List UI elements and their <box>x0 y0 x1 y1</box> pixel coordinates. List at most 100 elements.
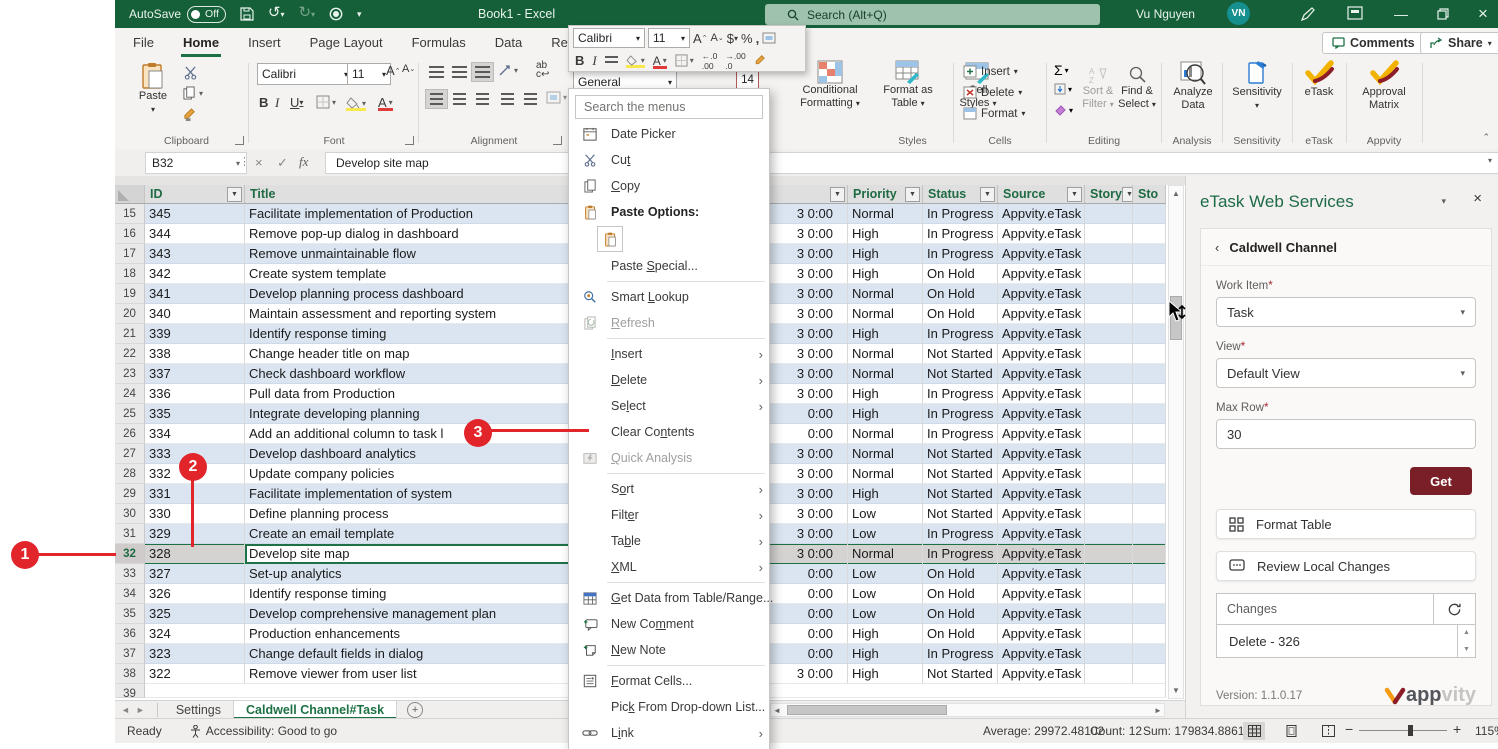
cell-source[interactable]: Appvity.eTask <box>998 244 1085 264</box>
row-number[interactable]: 18 <box>115 264 145 284</box>
row-number[interactable]: 26 <box>115 424 145 444</box>
cell-status[interactable]: Not Started <box>923 664 998 684</box>
vertical-scrollbar[interactable]: ▲ ▼ <box>1168 185 1184 699</box>
cell-id[interactable]: 329 <box>145 524 245 544</box>
cell-title[interactable]: Add an additional column to task l <box>245 424 600 444</box>
cell-sto[interactable] <box>1133 624 1166 644</box>
tab-insert[interactable]: Insert <box>246 28 283 57</box>
scroll-right-icon[interactable]: ► <box>1152 706 1164 715</box>
cell-source[interactable]: Appvity.eTask <box>998 464 1085 484</box>
cell-story[interactable] <box>1085 224 1133 244</box>
cell-sto[interactable] <box>1133 244 1166 264</box>
underline-button[interactable]: U▾ <box>290 95 303 110</box>
mini-font-name-combo[interactable]: Calibri▾ <box>573 28 645 48</box>
font-size-combo[interactable]: 11▾ <box>347 63 391 85</box>
menu-item-sort[interactable]: Sort› <box>569 476 769 502</box>
cell-priority[interactable]: Normal <box>848 464 923 484</box>
cell-priority[interactable]: High <box>848 224 923 244</box>
approval-matrix-button[interactable]: Approval Matrix <box>1356 60 1412 112</box>
tab-page-layout[interactable]: Page Layout <box>308 28 385 57</box>
close-button[interactable]: × <box>1463 0 1498 28</box>
insert-cells-button[interactable]: Insert▾ <box>963 63 1018 80</box>
menu-item-insert[interactable]: Insert› <box>569 341 769 367</box>
font-dialog-launcher-icon[interactable] <box>405 136 414 145</box>
menu-search-input[interactable]: Search the menus <box>575 95 763 119</box>
mini-align-icon[interactable] <box>605 56 618 66</box>
cell-priority[interactable]: Normal <box>848 424 923 444</box>
cell-status[interactable]: In Progress <box>923 404 998 424</box>
scroll-left-icon[interactable]: ◄ <box>771 706 783 715</box>
cell-sto[interactable] <box>1133 464 1166 484</box>
cell-status[interactable]: On Hold <box>923 264 998 284</box>
sort-filter-button[interactable]: AZ Sort & Filter ▾ <box>1080 65 1116 111</box>
horizontal-scrollbar[interactable]: ◄ ► <box>770 703 1165 717</box>
sheet-nav-left-icon[interactable]: ◄ <box>115 701 136 719</box>
cell-status[interactable]: Not Started <box>923 444 998 464</box>
cell-title[interactable]: Production enhancements <box>245 624 600 644</box>
cell-status[interactable]: In Progress <box>923 384 998 404</box>
review-local-changes-button[interactable]: Review Local Changes <box>1216 551 1476 581</box>
cell-sto[interactable] <box>1133 484 1166 504</box>
mini-borders-button[interactable]: ▾ <box>675 54 694 67</box>
cell-source[interactable]: Appvity.eTask <box>998 264 1085 284</box>
etask-button[interactable]: eTask <box>1300 60 1338 99</box>
mini-decrease-decimal-icon[interactable]: →.00.0 <box>725 51 745 71</box>
changes-scrollbar[interactable]: ▲ ▼ <box>1458 625 1476 658</box>
cell-story[interactable] <box>1085 664 1133 684</box>
pane-menu-chevron-icon[interactable]: ▾ <box>1441 196 1446 207</box>
cell-status[interactable]: Not Started <box>923 344 998 364</box>
cell-source[interactable]: Appvity.eTask <box>998 344 1085 364</box>
menu-item-date-picker[interactable]: Date Picker <box>569 121 769 147</box>
menu-item-link[interactable]: Link› <box>569 720 769 746</box>
collapse-ribbon-icon[interactable]: ⌃ <box>1482 132 1490 143</box>
cell-story[interactable] <box>1085 384 1133 404</box>
qat-customize-chevron-icon[interactable]: ▾ <box>357 0 362 28</box>
filter-icon[interactable]: ▼ <box>1067 187 1082 202</box>
cell-sto[interactable] <box>1133 304 1166 324</box>
cell-story[interactable] <box>1085 584 1133 604</box>
cell-source[interactable]: Appvity.eTask <box>998 444 1085 464</box>
menu-item-format-cells[interactable]: Format Cells... <box>569 668 769 694</box>
merge-center-button[interactable]: ▾ <box>546 91 567 104</box>
cell-priority[interactable]: High <box>848 484 923 504</box>
cell-sto[interactable] <box>1133 344 1166 364</box>
paste-button[interactable]: Paste▾ <box>133 62 173 116</box>
cell-story[interactable] <box>1085 504 1133 524</box>
scroll-up-icon[interactable]: ▲ <box>1463 629 1470 636</box>
mini-decrease-font-icon[interactable]: A⌄ <box>711 32 724 44</box>
mini-percent-icon[interactable]: % <box>741 31 753 46</box>
copy-button[interactable]: ▾ <box>183 86 203 100</box>
cell-priority[interactable]: High <box>848 644 923 664</box>
cell-sto[interactable] <box>1133 544 1166 564</box>
cell-source[interactable]: Appvity.eTask <box>998 324 1085 344</box>
row-number[interactable]: 23 <box>115 364 145 384</box>
cell-story[interactable] <box>1085 364 1133 384</box>
cell-story[interactable] <box>1085 304 1133 324</box>
redo-button[interactable]: ↻▾ <box>298 0 315 29</box>
cell-title[interactable]: Develop dashboard analytics <box>245 444 600 464</box>
cell-id[interactable]: 323 <box>145 644 245 664</box>
bold-button[interactable]: B <box>259 95 268 110</box>
cell-priority[interactable]: High <box>848 404 923 424</box>
cell-sto[interactable] <box>1133 324 1166 344</box>
confirm-entry-icon[interactable]: ✓ <box>277 155 288 171</box>
mini-font-size-combo[interactable]: 11▾ <box>648 28 690 48</box>
scroll-up-icon[interactable]: ▲ <box>1169 186 1183 200</box>
column-header-story[interactable]: Story▼ <box>1085 185 1133 203</box>
record-icon[interactable] <box>329 7 343 21</box>
format-painter-button[interactable] <box>183 107 198 122</box>
cell-title[interactable]: Check dashboard workflow <box>245 364 600 384</box>
row-number[interactable]: 33 <box>115 564 145 584</box>
cell-title[interactable]: Facilitate implementation of system <box>245 484 600 504</box>
mini-italic-button[interactable]: I <box>592 53 596 69</box>
increase-indent-icon[interactable] <box>519 89 542 109</box>
zoom-slider-track[interactable] <box>1359 730 1447 731</box>
cell-story[interactable] <box>1085 324 1133 344</box>
scroll-down-icon[interactable]: ▼ <box>1463 646 1470 653</box>
cell-priority[interactable]: Low <box>848 584 923 604</box>
zoom-in-icon[interactable]: + <box>1453 721 1461 737</box>
cell-id[interactable]: 336 <box>145 384 245 404</box>
align-right-icon[interactable] <box>471 89 494 109</box>
share-button[interactable]: Share▾ <box>1420 32 1498 54</box>
filter-icon[interactable]: ▼ <box>905 187 920 202</box>
